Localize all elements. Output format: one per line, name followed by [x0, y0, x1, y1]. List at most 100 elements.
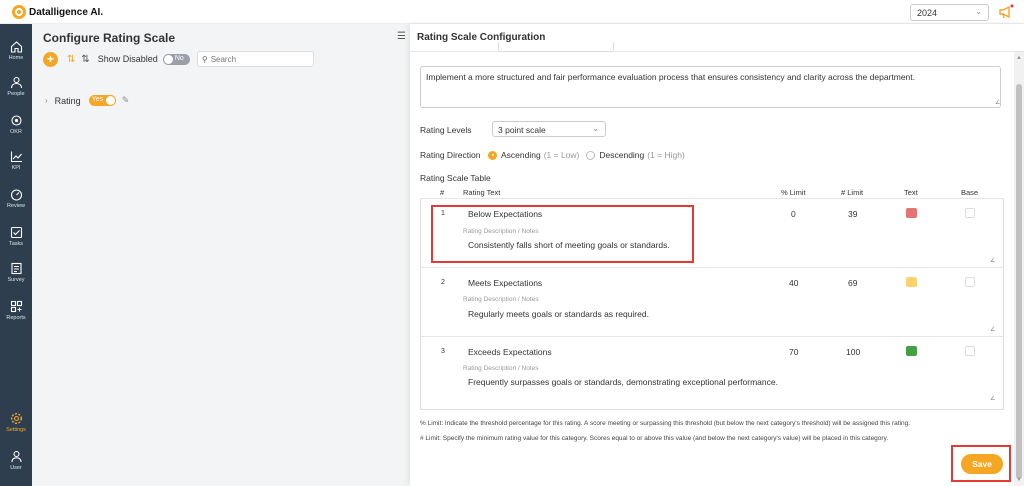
descending-radio[interactable] [586, 150, 596, 160]
base-checkbox[interactable] [965, 208, 975, 218]
year-select[interactable]: 2024 ⌄ [910, 4, 989, 21]
rating-levels-select[interactable]: 3 point scale ⌄ [492, 121, 606, 137]
sidebar-item-kpi[interactable]: KPI [0, 142, 32, 178]
sidebar-item-home[interactable]: Home [0, 32, 32, 68]
edit-pencil-icon[interactable]: ✎ [122, 95, 130, 106]
main-content: Configure Rating Scale + ⇅ ⇅ Show Disabl… [32, 24, 410, 486]
table-row: 2 Meets Expectations 40 69 Rating Descri… [421, 268, 1003, 337]
year-value: 2024 [917, 8, 938, 18]
col-num-limit: # Limit [841, 188, 864, 197]
megaphone-icon[interactable] [998, 4, 1014, 20]
resize-handle-icon[interactable]: ∠ [995, 100, 1001, 106]
num-limit-input[interactable]: 100 [846, 347, 860, 357]
brand-name: Datalligence AI. [29, 6, 104, 18]
scroll-up-icon[interactable]: ▲ [1016, 55, 1022, 61]
chart-icon [10, 150, 23, 163]
sidebar-item-user[interactable]: User [0, 442, 32, 478]
people-icon [10, 76, 23, 89]
col-base: Base [961, 188, 979, 197]
color-swatch[interactable] [906, 346, 917, 356]
descending-hint: (1 = High) [647, 150, 685, 160]
sort-ascending-icon[interactable]: ⇅ [67, 54, 75, 65]
sidebar-item-label: Home [8, 54, 24, 61]
resize-handle-icon[interactable]: ∠ [990, 258, 996, 264]
rating-scale-panel: Rating Scale Configuration Implement a m… [410, 24, 1024, 486]
logo-icon [12, 5, 26, 19]
target-icon [10, 114, 23, 127]
home-icon [10, 40, 23, 53]
partial-input-field[interactable] [498, 42, 614, 52]
rating-direction-radios: Ascending (1 = Low) Descending (1 = High… [488, 150, 685, 160]
pct-limit-input[interactable]: 0 [791, 209, 796, 219]
search-input[interactable] [210, 54, 311, 64]
reports-icon [10, 300, 23, 313]
rating-text-input[interactable]: Exceeds Expectations [468, 347, 552, 357]
desc-textarea[interactable]: Regularly meets goals or standards as re… [468, 309, 649, 319]
table-header: # Rating Text % Limit # Limit Text Base [420, 185, 1004, 199]
sidebar-item-label: OKR [10, 128, 22, 135]
sidebar-item-label: People [7, 90, 25, 97]
ascending-hint: (1 = Low) [543, 150, 580, 160]
resize-handle-icon[interactable]: ∠ [990, 396, 996, 402]
resize-handle-icon[interactable]: ∠ [990, 327, 996, 333]
col-number: # [440, 188, 445, 197]
sidebar-item-tasks[interactable]: Tasks [0, 218, 32, 254]
scrollbar-thumb[interactable] [1016, 84, 1022, 479]
base-checkbox[interactable] [965, 346, 975, 356]
gauge-icon [10, 188, 23, 201]
sidebar-item-survey[interactable]: Survey [0, 254, 32, 290]
sidebar-item-label: Survey [7, 276, 25, 283]
col-text-color: Text [904, 188, 918, 197]
num-limit-input[interactable]: 39 [848, 209, 857, 219]
sidebar-item-review[interactable]: Review [0, 180, 32, 216]
scroll-down-icon[interactable]: ▼ [1016, 477, 1022, 483]
sidebar: Home People OKR KPI Review Tasks Survey … [0, 24, 32, 486]
pct-limit-note: % Limit: Indicate the threshold percenta… [420, 420, 911, 427]
ascending-label[interactable]: Ascending [501, 150, 541, 160]
add-button[interactable]: + [43, 51, 58, 67]
color-swatch[interactable] [906, 208, 917, 218]
search-box[interactable]: ⚲ [196, 51, 314, 67]
chevron-right-icon[interactable]: › [45, 96, 48, 105]
base-checkbox[interactable] [965, 277, 975, 287]
rating-levels-value: 3 point scale [498, 125, 546, 135]
checkbox-icon [10, 226, 23, 239]
desc-textarea[interactable]: Frequently surpasses goals or standards,… [468, 377, 778, 387]
col-rating-text: Rating Text [463, 188, 501, 197]
num-limit-input[interactable]: 69 [848, 278, 857, 288]
list-item[interactable]: › Rating Yes ✎ [45, 95, 129, 106]
panel-list-icon[interactable]: ☰ [397, 31, 406, 42]
sidebar-item-label: Tasks [8, 240, 24, 247]
save-button[interactable]: Save [961, 454, 1003, 474]
row-index: 3 [441, 348, 445, 355]
sidebar-item-settings[interactable]: Settings [0, 404, 32, 440]
sidebar-item-people[interactable]: People [0, 68, 32, 104]
search-icon: ⚲ [201, 54, 208, 64]
scrollbar[interactable]: ▲ ▼ [1014, 52, 1024, 486]
sidebar-item-label: Review [6, 202, 26, 209]
objective-textarea[interactable]: Implement a more structured and fair per… [420, 66, 1001, 108]
ascending-radio[interactable] [488, 150, 497, 160]
page-title: Configure Rating Scale [43, 31, 176, 45]
toggle-state: No [174, 54, 184, 62]
sidebar-item-label: User [10, 464, 22, 471]
brand-logo[interactable]: Datalligence AI. [12, 5, 103, 19]
sidebar-item-okr[interactable]: OKR [0, 106, 32, 142]
pct-limit-input[interactable]: 70 [789, 347, 798, 357]
rating-item-label[interactable]: Rating [55, 96, 81, 106]
color-swatch[interactable] [906, 277, 917, 287]
show-disabled-toggle[interactable]: No [162, 53, 190, 65]
user-icon [10, 450, 23, 463]
sort-numeric-icon[interactable]: ⇅ [81, 54, 89, 65]
chevron-down-icon: ⌄ [975, 7, 982, 16]
gear-icon [10, 412, 23, 425]
rating-text-input[interactable]: Meets Expectations [468, 278, 542, 288]
show-disabled-label: Show Disabled [97, 54, 158, 64]
num-limit-note: # Limit: Specify the minimum rating valu… [420, 435, 889, 442]
rating-enabled-toggle[interactable]: Yes [88, 95, 116, 106]
sidebar-item-reports[interactable]: Reports [0, 292, 32, 328]
descending-label[interactable]: Descending [599, 150, 644, 160]
pct-limit-input[interactable]: 40 [789, 278, 798, 288]
survey-icon [10, 262, 23, 275]
desc-label: Rating Description / Notes [463, 365, 539, 372]
